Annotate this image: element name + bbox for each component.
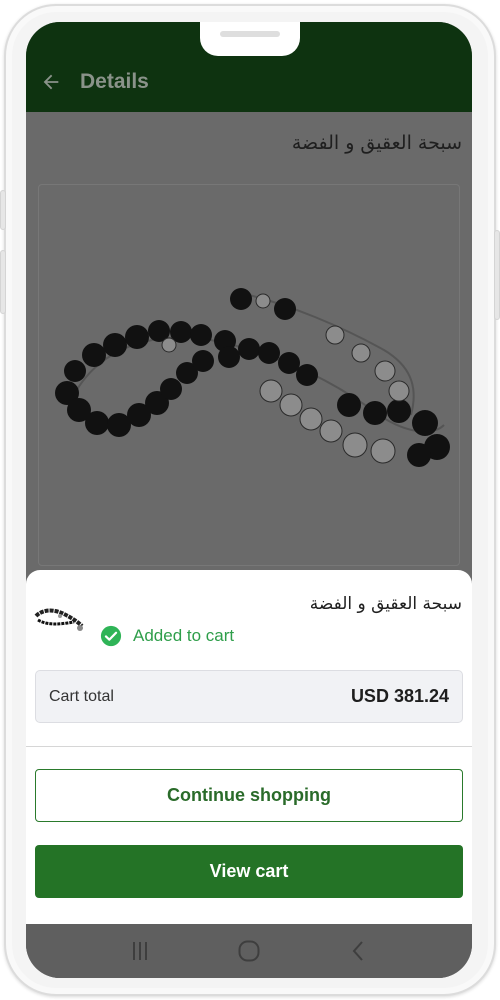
phone-side-button (0, 250, 6, 314)
check-circle-icon (100, 625, 122, 647)
continue-shopping-button[interactable]: Continue shopping (35, 769, 463, 822)
product-thumbnail (34, 604, 86, 634)
page-title: Details (80, 70, 149, 93)
screen: Details سبحة العقيق و الفضة سبحة العقيق … (26, 22, 472, 978)
product-title: سبحة العقيق و الفضة (291, 132, 462, 154)
product-image[interactable] (38, 184, 460, 566)
phone-notch (200, 22, 300, 56)
home-icon[interactable] (229, 936, 269, 966)
speaker-grille (220, 31, 280, 37)
added-to-cart-sheet: سبحة العقيق و الفضة Added to cart Cart t… (26, 570, 472, 924)
phone-side-button (0, 190, 6, 230)
nav-back-icon[interactable] (338, 936, 378, 966)
cart-total-value: USD 381.24 (350, 686, 449, 706)
cart-total-label: Cart total (49, 687, 114, 705)
prayer-beads-image (55, 288, 450, 467)
arrow-back-icon[interactable] (38, 69, 64, 95)
cart-total-box: Cart total USD 381.24 (35, 670, 463, 723)
sheet-product-name: سبحة العقيق و الفضة (309, 594, 462, 614)
phone-side-button (494, 230, 500, 320)
added-status: Added to cart (100, 625, 234, 647)
added-to-cart-text: Added to cart (133, 626, 235, 645)
view-cart-button[interactable]: View cart (35, 845, 463, 898)
recent-apps-icon[interactable] (120, 936, 160, 966)
system-nav-bar (26, 924, 472, 978)
divider (26, 746, 472, 747)
